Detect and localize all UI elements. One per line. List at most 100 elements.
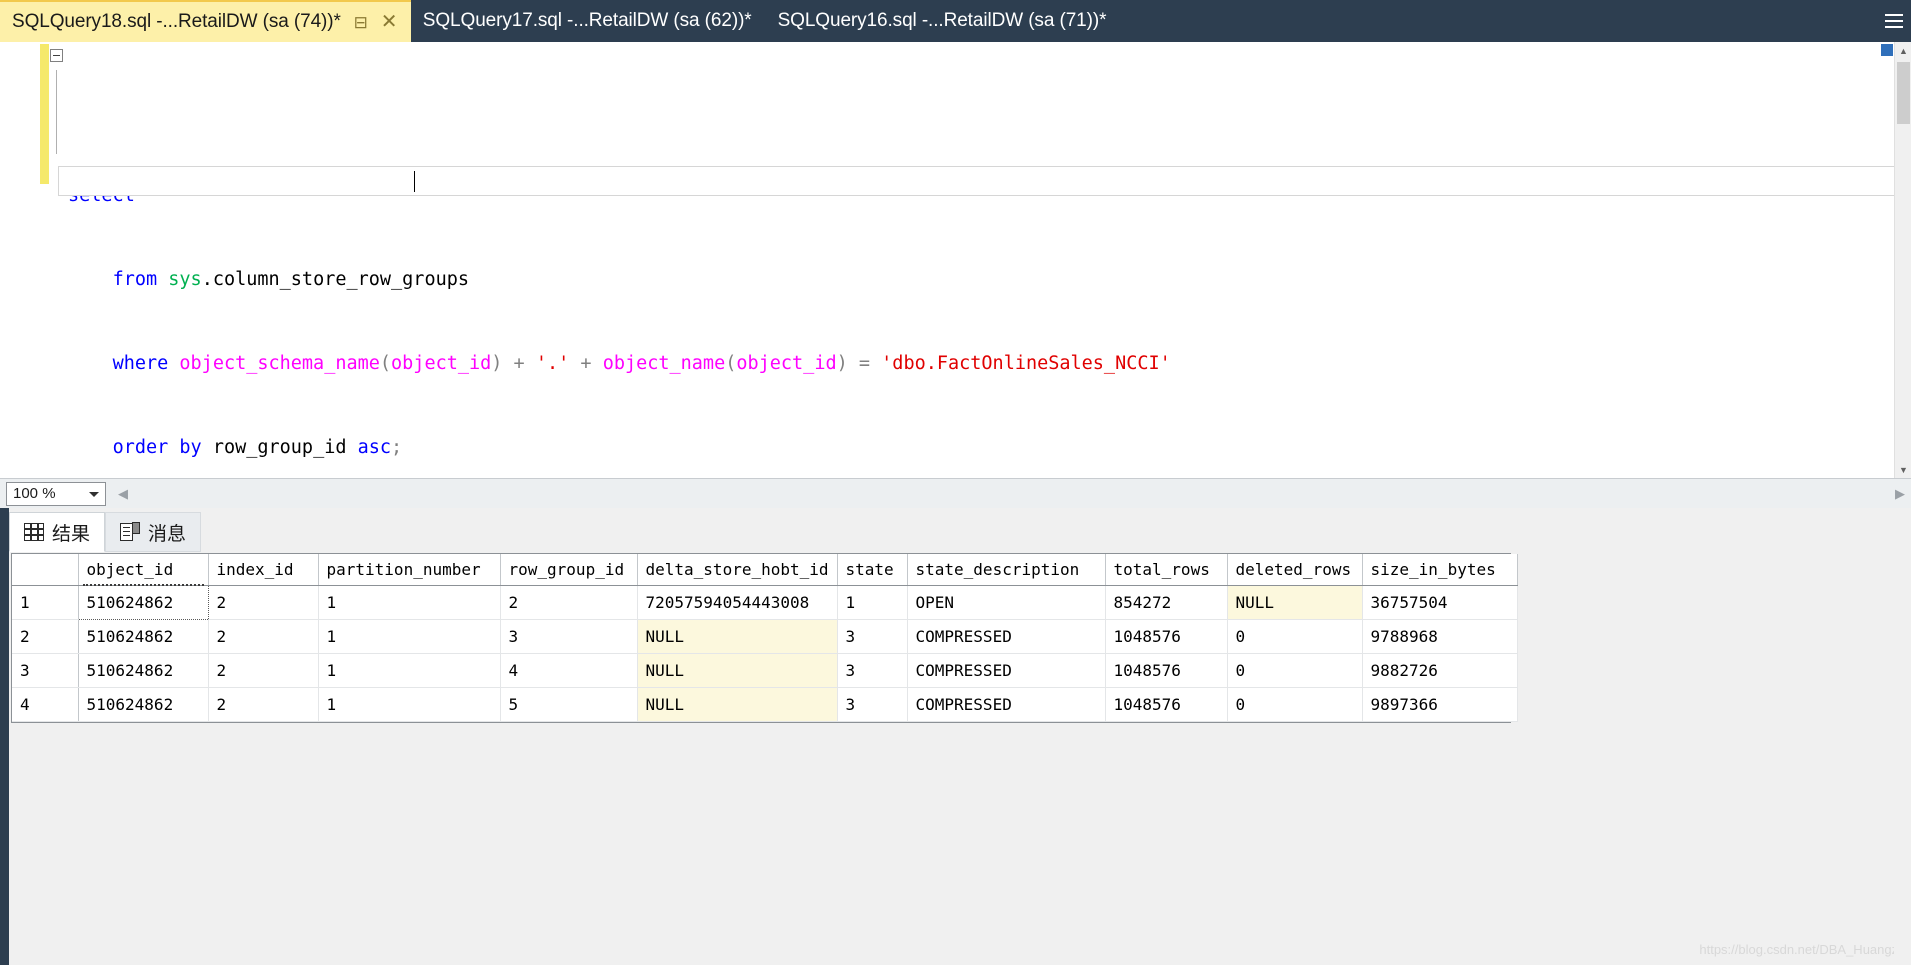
row-number-cell[interactable]: 4 (12, 687, 79, 722)
document-tab-sqlquery17[interactable]: SQLQuery17.sql -...RetailDW (sa (62))* (411, 0, 766, 42)
row-number-header (12, 554, 79, 586)
document-tab-sqlquery18[interactable]: SQLQuery18.sql -...RetailDW (sa (74))* ⊟… (0, 0, 411, 42)
editor-current-line-box (58, 166, 1898, 196)
scroll-down-icon[interactable]: ▼ (1895, 461, 1911, 478)
editor-vertical-scrollbar[interactable]: ▲ ▼ (1894, 42, 1911, 478)
tab-overflow-menu-icon[interactable] (1877, 0, 1911, 42)
row-number-cell[interactable]: 3 (12, 653, 79, 688)
code-token: order (112, 437, 169, 458)
tab-results[interactable]: 结果 (9, 512, 106, 552)
table-cell-partition-number[interactable]: 1 (318, 687, 501, 722)
scroll-right-icon[interactable]: ▶ (1889, 482, 1911, 506)
pin-icon[interactable]: ⊟ (353, 14, 369, 31)
table-cell-row-group-id[interactable]: 4 (500, 653, 638, 688)
sql-editor[interactable]: select * from sys.column_store_row_group… (0, 42, 1911, 478)
column-header-delta-store-hobt-id[interactable]: delta_store_hobt_id (637, 554, 838, 586)
table-cell-state-description[interactable]: COMPRESSED (907, 619, 1106, 654)
editor-code-area[interactable]: select * from sys.column_store_row_group… (48, 42, 1848, 518)
table-cell-object-id[interactable]: 510624862 (78, 687, 209, 722)
table-cell-index-id[interactable]: 2 (208, 585, 319, 620)
collapse-minus-icon[interactable] (50, 49, 63, 62)
table-cell-total-rows[interactable]: 1048576 (1105, 687, 1228, 722)
table-cell-size-in-bytes[interactable]: 9897366 (1362, 687, 1518, 722)
table-row[interactable]: 3 510624862 2 1 4 NULL 3 COMPRESSED 1048576 0 9882… (12, 653, 1518, 688)
watermark-text: https://blog.csdn.net/DBA_Huangzj (1699, 942, 1901, 957)
table-cell-index-id[interactable]: 2 (208, 653, 319, 688)
tab-messages[interactable]: 消息 (105, 512, 202, 552)
row-number-cell[interactable]: 2 (12, 619, 79, 654)
table-cell-total-rows[interactable]: 854272 (1105, 585, 1228, 620)
results-table-body: 1 510624862 2 1 2 72057594054443008 1 OPEN 85427… (12, 585, 1518, 722)
table-cell-row-group-id[interactable]: 3 (500, 619, 638, 654)
column-header-object-id[interactable]: object_id (78, 554, 209, 586)
messages-icon (120, 522, 141, 542)
table-cell-total-rows[interactable]: 1048576 (1105, 619, 1228, 654)
document-tab-sqlquery16[interactable]: SQLQuery16.sql -...RetailDW (sa (71))* (766, 0, 1121, 42)
column-header-total-rows[interactable]: total_rows (1105, 554, 1228, 586)
table-cell-delta-store-hobt-id[interactable]: NULL (637, 653, 838, 688)
results-vertical-scrollbar[interactable] (1894, 508, 1911, 965)
table-cell-total-rows[interactable]: 1048576 (1105, 653, 1228, 688)
table-cell-state-description[interactable]: COMPRESSED (907, 653, 1106, 688)
chevron-down-icon[interactable] (89, 491, 99, 497)
table-cell-state[interactable]: 3 (837, 619, 908, 654)
scroll-left-icon[interactable]: ◀ (112, 482, 134, 506)
code-token: ( (379, 353, 392, 374)
table-cell-size-in-bytes[interactable]: 9788968 (1362, 619, 1518, 654)
code-token: object_name (602, 353, 726, 374)
code-token: where (112, 353, 169, 374)
horizontal-scroll-track[interactable] (134, 481, 1889, 506)
table-cell-partition-number[interactable]: 1 (318, 585, 501, 620)
table-cell-state[interactable]: 3 (837, 687, 908, 722)
table-cell-size-in-bytes[interactable]: 36757504 (1362, 585, 1518, 620)
table-cell-index-id[interactable]: 2 (208, 619, 319, 654)
column-header-partition-number[interactable]: partition_number (318, 554, 501, 586)
table-cell-deleted-rows[interactable]: 0 (1227, 687, 1363, 722)
column-header-state-description[interactable]: state_description (907, 554, 1106, 586)
table-cell-object-id[interactable]: 510624862 (78, 619, 209, 654)
column-header-state[interactable]: state (837, 554, 908, 586)
code-token: ; (391, 437, 403, 458)
table-row[interactable]: 2 510624862 2 1 3 NULL 3 COMPRESSED 1048576 0 9788… (12, 619, 1518, 654)
table-cell-object-id[interactable]: 510624862 (78, 653, 209, 688)
scroll-up-icon[interactable]: ▲ (1895, 42, 1911, 59)
editor-split-indicator[interactable] (1881, 44, 1893, 56)
column-header-row-group-id[interactable]: row_group_id (500, 554, 638, 586)
table-cell-row-group-id[interactable]: 2 (500, 585, 638, 620)
table-cell-deleted-rows[interactable]: 0 (1227, 619, 1363, 654)
table-cell-partition-number[interactable]: 1 (318, 653, 501, 688)
table-cell-size-in-bytes[interactable]: 9882726 (1362, 653, 1518, 688)
table-row[interactable]: 1 510624862 2 1 2 72057594054443008 1 OPEN 85427… (12, 585, 1518, 620)
code-token: object_id (736, 353, 837, 374)
results-grid-icon (24, 523, 44, 541)
table-row[interactable]: 4 510624862 2 1 5 NULL 3 COMPRESSED 1048576 0 9897… (12, 687, 1518, 722)
results-grid[interactable]: object_id index_id partition_number row_gro… (11, 553, 1518, 723)
table-cell-row-group-id[interactable]: 5 (500, 687, 638, 722)
column-header-size-in-bytes[interactable]: size_in_bytes (1362, 554, 1518, 586)
table-cell-delta-store-hobt-id[interactable]: NULL (637, 687, 838, 722)
table-cell-partition-number[interactable]: 1 (318, 619, 501, 654)
table-cell-state[interactable]: 3 (837, 653, 908, 688)
table-cell-deleted-rows[interactable]: NULL (1227, 585, 1363, 620)
close-icon[interactable]: ✕ (381, 12, 398, 32)
table-cell-delta-store-hobt-id[interactable]: 72057594054443008 (637, 585, 838, 620)
scrollbar-thumb[interactable] (1897, 62, 1910, 124)
table-cell-state[interactable]: 1 (837, 585, 908, 620)
table-cell-state-description[interactable]: OPEN (907, 585, 1106, 620)
code-token: sys (168, 269, 202, 290)
zoom-level-dropdown[interactable]: 100 % (6, 481, 106, 506)
column-header-deleted-rows[interactable]: deleted_rows (1227, 554, 1363, 586)
code-token: ) (491, 353, 503, 374)
column-header-index-id[interactable]: index_id (208, 554, 319, 586)
table-cell-object-id[interactable]: 510624862 (77, 585, 209, 620)
row-number-cell[interactable]: 1 (12, 585, 79, 620)
table-cell-delta-store-hobt-id[interactable]: NULL (637, 619, 838, 654)
table-cell-index-id[interactable]: 2 (208, 687, 319, 722)
table-cell-deleted-rows[interactable]: 0 (1227, 653, 1363, 688)
table-cell-state-description[interactable]: COMPRESSED (907, 687, 1106, 722)
code-token: 'dbo.FactOnlineSales_NCCI' (881, 353, 1171, 374)
editor-horizontal-scrollbar[interactable]: ◀ ▶ (112, 481, 1911, 506)
